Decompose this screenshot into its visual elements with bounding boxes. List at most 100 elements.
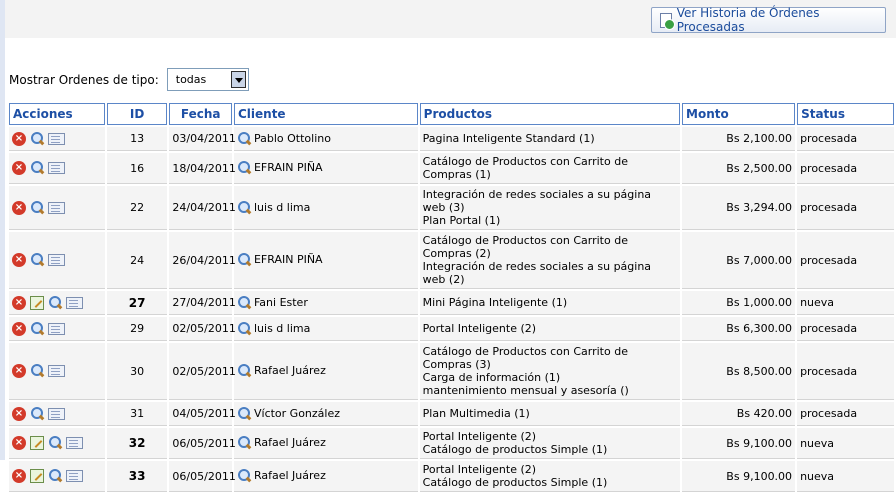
client-search-icon[interactable] xyxy=(237,161,251,175)
client-search-icon[interactable] xyxy=(237,321,251,336)
contact-card-icon[interactable] xyxy=(66,296,83,309)
order-date: 04/05/2011 xyxy=(169,402,236,426)
client-cell: Víctor González xyxy=(233,402,418,426)
products-cell: Catálogo de Productos con Carrito de Com… xyxy=(419,343,681,400)
order-status: procesada xyxy=(797,343,894,400)
header-id[interactable]: ID xyxy=(106,103,168,125)
order-status: nueva xyxy=(797,461,894,492)
table-row: × 33 06/05/2011 Rafael Juárez Portal Intelig… xyxy=(9,461,894,492)
client-name: Pablo Ottolino xyxy=(253,131,331,145)
view-icon[interactable] xyxy=(30,200,44,215)
view-icon[interactable] xyxy=(30,131,44,146)
contact-card-icon[interactable] xyxy=(48,201,65,214)
client-search-icon[interactable] xyxy=(237,364,251,378)
order-status: procesada xyxy=(797,232,894,289)
contact-card-icon[interactable] xyxy=(48,322,65,335)
order-id: 24 xyxy=(106,232,168,289)
view-icon[interactable] xyxy=(48,436,62,450)
order-type-filter: Mostrar Ordenes de tipo: todas xyxy=(9,68,249,91)
view-icon[interactable] xyxy=(48,295,62,310)
delete-icon[interactable]: × xyxy=(12,364,26,378)
order-id: 32 xyxy=(106,428,168,459)
view-icon[interactable] xyxy=(30,253,44,267)
client-name: EFRAIN PIÑA xyxy=(253,253,323,266)
product-item: Plan Portal (1) xyxy=(422,214,501,227)
order-amount: Bs 7,000.00 xyxy=(682,232,796,289)
delete-icon[interactable]: × xyxy=(12,436,26,450)
contact-card-icon[interactable] xyxy=(48,162,65,174)
client-cell: Rafael Juárez xyxy=(233,343,418,400)
client-name: Rafael Juárez xyxy=(253,364,326,377)
header-fecha[interactable]: Fecha xyxy=(169,103,232,125)
actions-cell: × xyxy=(9,127,105,151)
order-date: 24/04/2011 xyxy=(169,186,236,230)
product-item: Portal Inteligente (2) xyxy=(422,430,537,443)
product-item: mantenimiento mensual y asesoría () xyxy=(422,384,629,397)
contact-card-icon[interactable] xyxy=(66,470,83,482)
view-history-label: Ver Historia de Órdenes Procesadas xyxy=(676,6,820,34)
delete-icon[interactable]: × xyxy=(12,321,26,336)
header-acciones[interactable]: Acciones xyxy=(9,103,105,125)
client-name: Fani Ester xyxy=(253,295,308,309)
contact-card-icon[interactable] xyxy=(48,407,65,420)
view-icon[interactable] xyxy=(30,364,44,378)
edit-icon[interactable] xyxy=(30,295,44,310)
client-name: Rafael Juárez xyxy=(253,436,326,449)
order-amount: Bs 9,100.00 xyxy=(682,428,796,459)
edit-icon[interactable] xyxy=(30,469,44,483)
view-icon[interactable] xyxy=(30,321,44,336)
order-amount: Bs 2,500.00 xyxy=(682,153,796,184)
contact-card-icon[interactable] xyxy=(48,365,65,377)
header-monto[interactable]: Monto xyxy=(682,103,796,125)
view-icon[interactable] xyxy=(30,406,44,421)
order-id: 27 xyxy=(106,291,168,315)
product-item: Carga de información (1) xyxy=(422,371,561,384)
client-search-icon[interactable] xyxy=(237,295,251,310)
table-row: × 24 26/04/2011 EFRAIN PIÑA Catálogo de Prod… xyxy=(9,232,894,289)
client-search-icon[interactable] xyxy=(237,406,251,421)
products-cell: Mini Página Inteligente (1) xyxy=(419,291,681,315)
order-id: 29 xyxy=(106,317,168,341)
view-icon[interactable] xyxy=(48,469,62,483)
client-name: luis d lima xyxy=(253,321,311,335)
contact-card-icon[interactable] xyxy=(48,132,65,145)
product-item: Portal Inteligente (2) xyxy=(422,463,537,476)
delete-icon[interactable]: × xyxy=(12,295,26,310)
left-edge xyxy=(0,0,5,460)
actions-cell: × xyxy=(9,291,105,315)
delete-icon[interactable]: × xyxy=(12,131,26,146)
actions-cell: × xyxy=(9,343,105,400)
products-cell: Plan Multimedia (1) xyxy=(419,402,681,426)
order-id: 22 xyxy=(106,186,168,230)
client-name: Víctor González xyxy=(253,406,341,420)
table-row: × 30 02/05/2011 Rafael Juárez Catálogo de Pr… xyxy=(9,343,894,400)
client-search-icon[interactable] xyxy=(237,469,251,483)
edit-icon[interactable] xyxy=(30,436,44,450)
client-search-icon[interactable] xyxy=(237,131,251,146)
order-type-select[interactable]: todas xyxy=(166,68,249,91)
view-icon[interactable] xyxy=(30,161,44,175)
header-cliente[interactable]: Cliente xyxy=(233,103,418,125)
client-search-icon[interactable] xyxy=(237,253,251,267)
order-date: 18/04/2011 xyxy=(169,153,236,184)
delete-icon[interactable]: × xyxy=(12,469,26,483)
product-item: Pagina Inteligente Standard (1) xyxy=(422,132,595,145)
delete-icon[interactable]: × xyxy=(12,406,26,421)
order-amount: Bs 6,300.00 xyxy=(682,317,796,341)
contact-card-icon[interactable] xyxy=(66,437,83,449)
delete-icon[interactable]: × xyxy=(12,253,26,267)
dropdown-arrow-icon[interactable] xyxy=(230,71,246,88)
contact-card-icon[interactable] xyxy=(48,254,65,266)
client-search-icon[interactable] xyxy=(237,436,251,450)
delete-icon[interactable]: × xyxy=(12,200,26,215)
order-amount: Bs 420.00 xyxy=(682,402,796,426)
header-status[interactable]: Status xyxy=(797,103,894,125)
client-search-icon[interactable] xyxy=(237,200,251,215)
table-row: × 31 04/05/2011 Víctor González Plan Multime… xyxy=(9,402,894,426)
delete-icon[interactable]: × xyxy=(12,161,26,175)
view-history-button[interactable]: Ver Historia de Órdenes Procesadas xyxy=(651,6,886,34)
header-productos[interactable]: Productos xyxy=(419,103,681,125)
order-id: 33 xyxy=(106,461,168,492)
actions-cell: × xyxy=(9,186,105,230)
client-cell: Rafael Juárez xyxy=(233,428,418,459)
